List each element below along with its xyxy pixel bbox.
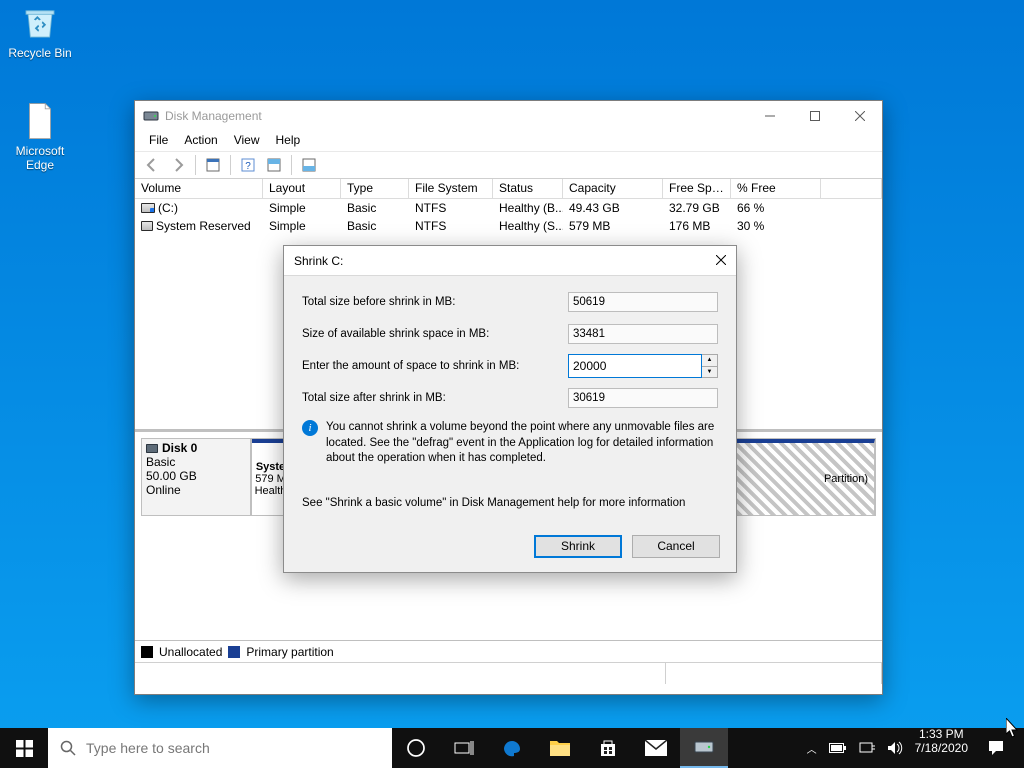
taskbar-mail[interactable] (632, 728, 680, 768)
col-filesystem[interactable]: File System (409, 179, 493, 198)
legend: Unallocated Primary partition (135, 640, 882, 662)
system-tray: ︿ (801, 728, 909, 768)
windows-icon (16, 740, 33, 757)
desktop-icon-microsoft-edge[interactable]: Microsoft Edge (2, 100, 78, 172)
shrink-button[interactable]: Shrink (534, 535, 622, 558)
close-button[interactable] (837, 101, 882, 131)
menubar: File Action View Help (135, 131, 882, 151)
status-bar (135, 662, 882, 684)
taskbar: Type here to search ︿ 1:33 PM 7/18/2020 (0, 728, 1024, 768)
task-view-button[interactable] (440, 728, 488, 768)
desktop-label: Microsoft Edge (2, 144, 78, 172)
folder-icon (549, 738, 571, 758)
help-button[interactable]: ? (237, 154, 259, 176)
back-button[interactable] (141, 154, 163, 176)
col-free[interactable]: Free Spa... (663, 179, 731, 198)
spin-down[interactable]: ▼ (702, 366, 717, 378)
volume-grid-header[interactable]: Volume Layout Type File System Status Ca… (135, 179, 882, 199)
legend-primary: Primary partition (246, 645, 333, 659)
network-icon[interactable] (859, 741, 875, 755)
dialog-close-button[interactable] (716, 254, 726, 268)
legend-swatch-unalloc (141, 646, 153, 658)
col-type[interactable]: Type (341, 179, 409, 198)
shrink-dialog: Shrink C: Total size before shrink in MB… (283, 245, 737, 573)
forward-button[interactable] (167, 154, 189, 176)
menu-help[interactable]: Help (268, 131, 309, 151)
info-icon: i (302, 420, 318, 436)
file-icon (19, 100, 61, 142)
recycle-bin-icon (19, 2, 61, 44)
legend-swatch-primary (228, 646, 240, 658)
value-total-before: 50619 (568, 292, 718, 312)
volume-icon[interactable] (887, 741, 903, 755)
edge-icon (501, 737, 523, 759)
search-placeholder: Type here to search (86, 740, 210, 756)
taskbar-store[interactable] (584, 728, 632, 768)
refresh-button[interactable] (202, 154, 224, 176)
disk-info-panel[interactable]: Disk 0 Basic 50.00 GB Online (141, 438, 251, 516)
cancel-button[interactable]: Cancel (632, 535, 720, 558)
taskbar-search[interactable]: Type here to search (48, 728, 392, 768)
svg-text:?: ? (245, 161, 251, 172)
desktop-label: Recycle Bin (2, 46, 78, 60)
maximize-button[interactable] (792, 101, 837, 131)
shrink-amount-input[interactable] (568, 354, 702, 378)
minimize-button[interactable] (747, 101, 792, 131)
taskbar-clock[interactable]: 1:33 PM 7/18/2020 (909, 728, 974, 768)
search-icon (60, 740, 76, 756)
mouse-cursor (1006, 718, 1020, 738)
label-enter-amount: Enter the amount of space to shrink in M… (302, 360, 568, 372)
drive-icon (141, 221, 153, 231)
value-total-after: 30619 (568, 388, 718, 408)
drive-icon (141, 203, 155, 213)
table-row[interactable]: (C:) Simple Basic NTFS Healthy (B... 49.… (135, 199, 882, 217)
col-layout[interactable]: Layout (263, 179, 341, 198)
taskbar-edge[interactable] (488, 728, 536, 768)
label-available: Size of available shrink space in MB: (302, 328, 568, 340)
notification-icon (987, 739, 1005, 757)
dialog-help-text: See "Shrink a basic volume" in Disk Mana… (302, 477, 718, 519)
menu-action[interactable]: Action (176, 131, 225, 151)
desktop-icon-recycle-bin[interactable]: Recycle Bin (2, 2, 78, 60)
disk-icon (146, 444, 158, 453)
menu-view[interactable]: View (226, 131, 268, 151)
store-icon (598, 738, 618, 758)
disk-mgmt-icon (694, 739, 714, 755)
window-title: Disk Management (165, 109, 747, 123)
cortana-button[interactable] (392, 728, 440, 768)
taskbar-disk-mgmt[interactable] (680, 728, 728, 768)
spinner[interactable]: ▲▼ (702, 354, 718, 378)
start-button[interactable] (0, 728, 48, 768)
col-volume[interactable]: Volume (135, 179, 263, 198)
label-total-after: Total size after shrink in MB: (302, 392, 568, 404)
dialog-titlebar[interactable]: Shrink C: (284, 246, 736, 276)
dialog-note: You cannot shrink a volume beyond the po… (326, 420, 718, 467)
window-titlebar[interactable]: Disk Management (135, 101, 882, 131)
value-available: 33481 (568, 324, 718, 344)
legend-unallocated: Unallocated (159, 645, 222, 659)
toolbar: ? (135, 151, 882, 179)
menu-file[interactable]: File (141, 131, 176, 151)
view-top-button[interactable] (263, 154, 285, 176)
label-total-before: Total size before shrink in MB: (302, 296, 568, 308)
table-row[interactable]: System Reserved Simple Basic NTFS Health… (135, 217, 882, 235)
tray-chevron-up-icon[interactable]: ︿ (807, 741, 817, 756)
col-pctfree[interactable]: % Free (731, 179, 821, 198)
view-bottom-button[interactable] (298, 154, 320, 176)
taskbar-explorer[interactable] (536, 728, 584, 768)
col-capacity[interactable]: Capacity (563, 179, 663, 198)
battery-icon[interactable] (829, 742, 847, 754)
dialog-title: Shrink C: (294, 254, 716, 268)
col-status[interactable]: Status (493, 179, 563, 198)
disk-mgmt-icon (143, 108, 159, 124)
clock-time: 1:33 PM (915, 728, 968, 742)
clock-date: 7/18/2020 (915, 742, 968, 756)
mail-icon (645, 740, 667, 756)
spin-up[interactable]: ▲ (702, 355, 717, 366)
